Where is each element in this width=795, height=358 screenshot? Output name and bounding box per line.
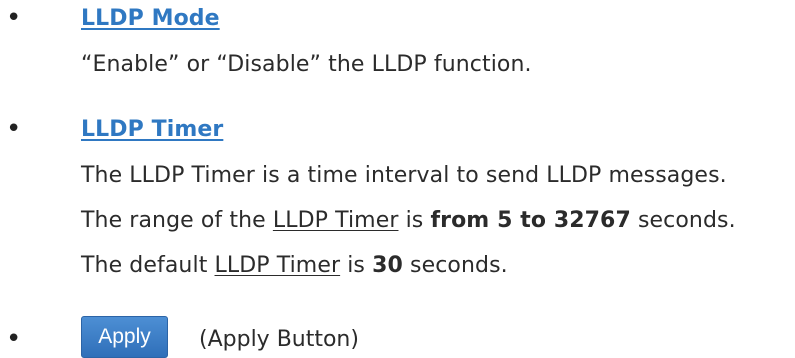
default-suffix-text: seconds. xyxy=(402,253,508,278)
range-mid-text: is xyxy=(398,208,431,233)
bullet-lldp-timer xyxy=(6,118,21,142)
apply-button-caption: (Apply Button) xyxy=(199,327,359,352)
bullet-apply xyxy=(6,328,21,352)
range-suffix-text: seconds. xyxy=(630,208,736,233)
lldp-mode-description: “Enable” or “Disable” the LLDP function. xyxy=(81,52,532,77)
default-term-text: LLDP Timer xyxy=(214,253,341,278)
default-prefix-text: The default xyxy=(81,253,215,278)
apply-button[interactable]: Apply xyxy=(81,316,168,358)
lldp-timer-description-line: The LLDP Timer is a time interval to sen… xyxy=(81,163,727,188)
default-value-text: 30 xyxy=(372,253,403,278)
apply-button-container: Apply xyxy=(81,316,168,358)
lldp-timer-default-line: The default LLDP Timer is 30 seconds. xyxy=(81,255,508,277)
range-value-text: from 5 to 32767 xyxy=(430,208,631,233)
lldp-timer-range-line: The range of the LLDP Timer is from 5 to… xyxy=(81,210,736,232)
document-page: LLDP Mode “Enable” or “Disable” the LLDP… xyxy=(0,0,795,358)
default-mid-text: is xyxy=(340,253,373,278)
range-prefix-text: The range of the xyxy=(81,208,273,233)
lldp-mode-heading-link[interactable]: LLDP Mode xyxy=(81,8,220,30)
range-term-text: LLDP Timer xyxy=(272,208,399,233)
lldp-timer-heading-link[interactable]: LLDP Timer xyxy=(81,119,223,141)
bullet-lldp-mode xyxy=(6,7,21,31)
